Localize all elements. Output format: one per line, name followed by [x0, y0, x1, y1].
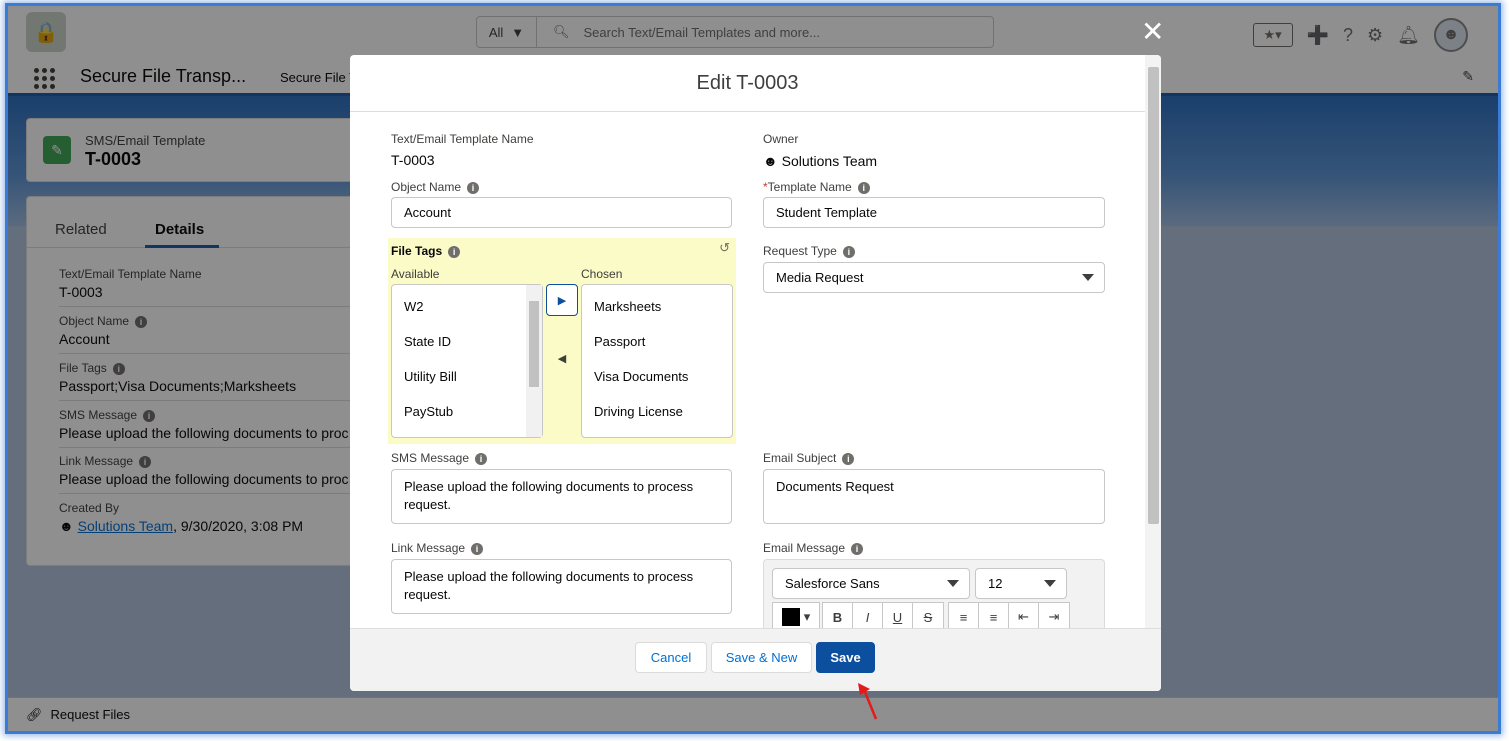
bullet-list-icon[interactable]: ≡ — [949, 603, 979, 631]
info-icon[interactable]: i — [448, 245, 461, 258]
file-tags-dual-listbox: File Tags i ↺ Available Chosen W2 State I… — [388, 238, 736, 444]
template-name-input[interactable]: Student Template — [763, 197, 1105, 228]
object-name-input[interactable]: Account — [391, 197, 732, 228]
outdent-icon[interactable]: ⇤ — [1009, 603, 1039, 631]
indent-icon[interactable]: ⇥ — [1039, 603, 1069, 631]
move-to-available-button[interactable]: ◀ — [546, 342, 578, 374]
available-listbox[interactable]: W2 State ID Utility Bill PayStub — [391, 284, 543, 438]
close-icon[interactable]: ✕ — [1141, 18, 1164, 46]
edit-modal: Edit T-0003 Text/Email Template Name T-0… — [350, 55, 1161, 691]
modal-footer: Cancel Save & New Save — [350, 628, 1161, 691]
italic-icon[interactable]: I — [853, 603, 883, 631]
list-item[interactable]: Visa Documents — [594, 369, 688, 384]
save-button[interactable]: Save — [816, 642, 875, 673]
template-name-field-label: *Template Name i — [763, 180, 870, 194]
listbox-scrollbar[interactable] — [526, 285, 542, 437]
list-item[interactable]: PayStub — [404, 404, 453, 419]
info-icon[interactable]: i — [471, 542, 484, 555]
info-icon[interactable]: i — [842, 245, 855, 258]
modal-scrollbar[interactable] — [1145, 55, 1161, 691]
file-tags-label: File Tags i — [391, 244, 461, 258]
undo-icon[interactable]: ↺ — [719, 240, 730, 256]
font-size-select[interactable]: 12 — [975, 568, 1067, 599]
font-family-select[interactable]: Salesforce Sans — [772, 568, 970, 599]
info-icon[interactable]: i — [857, 181, 870, 194]
email-subject-textarea[interactable]: Documents Request — [763, 469, 1105, 524]
move-to-chosen-button[interactable]: ▶ — [546, 284, 578, 316]
info-icon[interactable]: i — [475, 452, 488, 465]
request-type-value: Media Request — [776, 270, 864, 285]
modal-title: Edit T-0003 — [350, 55, 1145, 112]
available-label: Available — [391, 267, 440, 281]
numbered-list-icon[interactable]: ≡ — [979, 603, 1009, 631]
modal-scroll-thumb[interactable] — [1148, 67, 1159, 524]
underline-icon[interactable]: U — [883, 603, 913, 631]
save-and-new-button[interactable]: Save & New — [711, 642, 812, 673]
font-size-value: 12 — [988, 576, 1003, 591]
owner-label: Owner — [763, 132, 799, 146]
list-item[interactable]: W2 — [404, 299, 424, 314]
list-item[interactable]: Marksheets — [594, 299, 661, 314]
chosen-label: Chosen — [581, 267, 623, 281]
chevron-down-icon — [947, 580, 959, 587]
link-message-textarea[interactable]: Please upload the following documents to… — [391, 559, 732, 614]
chevron-down-icon — [1082, 274, 1094, 281]
info-icon[interactable]: i — [842, 452, 855, 465]
link-message-label: Link Message i — [391, 541, 484, 555]
chevron-down-icon — [1044, 580, 1056, 587]
chosen-listbox[interactable]: Marksheets Passport Visa Documents Drivi… — [581, 284, 733, 438]
list-item[interactable]: Driving License — [594, 404, 683, 419]
screenshot-frame: 🔒 All ▼ 🔍︎ Search Text/Email Templates a… — [5, 3, 1501, 734]
sms-message-label: SMS Message i — [391, 451, 488, 465]
request-type-label: Request Type i — [763, 244, 855, 258]
info-icon[interactable]: i — [851, 542, 864, 555]
red-arrow-annotation-icon — [858, 683, 878, 720]
email-subject-label: Email Subject i — [763, 451, 855, 465]
listbox-scroll-thumb[interactable] — [529, 301, 539, 387]
list-item[interactable]: Utility Bill — [404, 369, 457, 384]
font-family-value: Salesforce Sans — [785, 576, 880, 591]
list-item[interactable]: State ID — [404, 334, 451, 349]
owner-value: ☻ Solutions Team — [763, 153, 878, 169]
list-item[interactable]: Passport — [594, 334, 645, 349]
request-type-select[interactable]: Media Request — [763, 262, 1105, 293]
template-name-label: Text/Email Template Name — [391, 132, 534, 146]
strikethrough-icon[interactable]: S — [913, 603, 943, 631]
bold-icon[interactable]: B — [823, 603, 853, 631]
cancel-button[interactable]: Cancel — [635, 642, 707, 673]
template-name-value: T-0003 — [391, 152, 435, 168]
info-icon[interactable]: i — [467, 181, 480, 194]
sms-message-textarea[interactable]: Please upload the following documents to… — [391, 469, 732, 524]
color-swatch-icon[interactable]: ▾ — [773, 603, 819, 631]
owner-avatar-icon: ☻ — [763, 153, 782, 169]
email-message-label: Email Message i — [763, 541, 864, 555]
object-name-label: Object Name i — [391, 180, 480, 194]
